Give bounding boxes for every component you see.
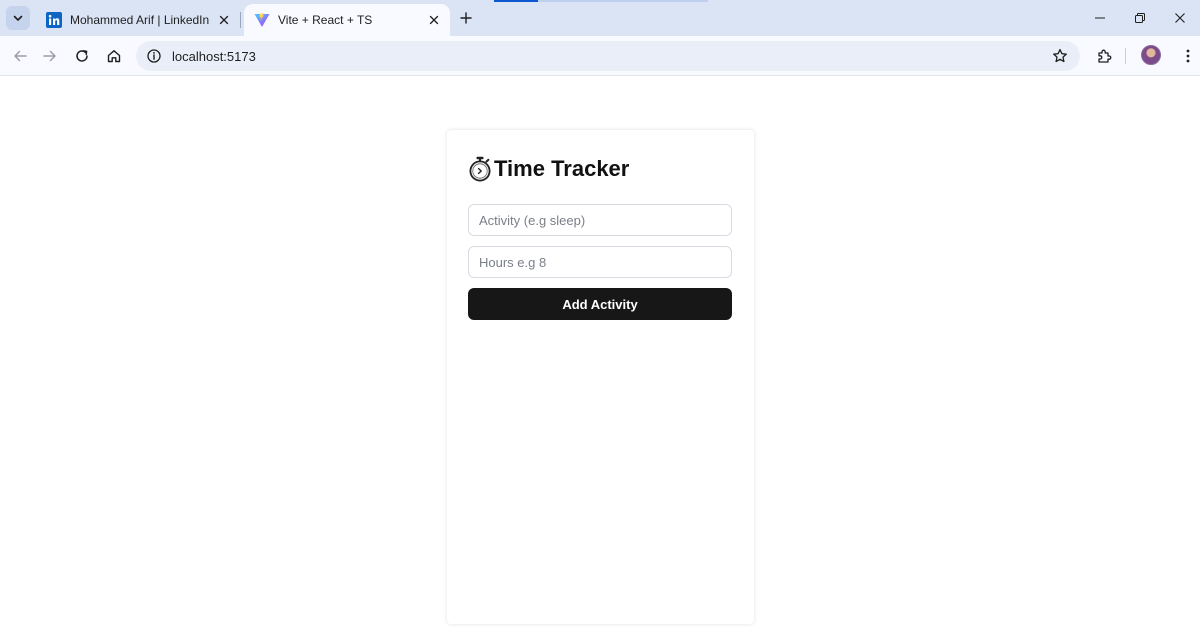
home-button[interactable] [102,44,126,68]
app-title: Time Tracker [494,156,630,181]
close-window-button[interactable] [1170,8,1190,28]
new-tab-button[interactable] [456,8,476,28]
address-bar[interactable]: localhost:5173 [136,41,1080,71]
close-icon [1175,13,1185,23]
tab-title: Mohammed Arif | LinkedIn [70,13,210,27]
linkedin-icon [46,12,62,28]
home-icon [107,50,121,63]
tab-group-accent [494,0,538,2]
minimize-icon [1095,17,1105,19]
tab-group-accent-light [538,0,708,2]
restore-icon [1135,13,1145,23]
tab-strip: Mohammed Arif | LinkedIn Vite + React + … [0,0,1200,36]
back-button[interactable] [8,44,32,68]
close-tab-button[interactable] [216,12,232,28]
arrow-right-icon [43,50,56,62]
close-icon [219,15,229,25]
restore-button[interactable] [1130,8,1150,28]
puzzle-icon [1098,49,1112,63]
add-activity-button[interactable]: Add Activity [468,288,732,320]
close-tab-button[interactable] [426,12,442,28]
url-text: localhost:5173 [172,48,256,64]
arrow-left-icon [14,50,27,62]
more-vertical-icon [1186,49,1190,63]
reload-button[interactable] [70,44,94,68]
minimize-button[interactable] [1090,8,1110,28]
time-tracker-card: Time Tracker Add Activity [447,130,754,624]
toolbar-divider [1125,48,1126,64]
chevron-down-icon [13,15,23,21]
tab-linkedin[interactable]: Mohammed Arif | LinkedIn [36,4,240,36]
browser-toolbar: localhost:5173 [0,36,1200,76]
site-info-icon[interactable] [146,48,162,64]
close-icon [429,15,439,25]
page-viewport: Time Tracker Add Activity [0,77,1200,633]
page-title: Time Tracker [468,154,733,184]
bookmark-star-icon[interactable] [1052,48,1068,64]
hours-input[interactable] [468,246,732,278]
reload-icon [76,50,88,62]
plus-icon [460,12,472,24]
profile-avatar[interactable] [1141,45,1161,65]
tab-title: Vite + React + TS [278,13,373,27]
tab-search-button[interactable] [6,6,30,30]
forward-button[interactable] [38,44,62,68]
stopwatch-icon [469,156,491,182]
tab-separator [240,12,241,28]
vite-icon [254,12,270,27]
activity-input[interactable] [468,204,732,236]
browser-menu-button[interactable] [1176,44,1200,68]
tab-vite-react[interactable]: Vite + React + TS [244,4,450,36]
extensions-button[interactable] [1092,44,1116,68]
